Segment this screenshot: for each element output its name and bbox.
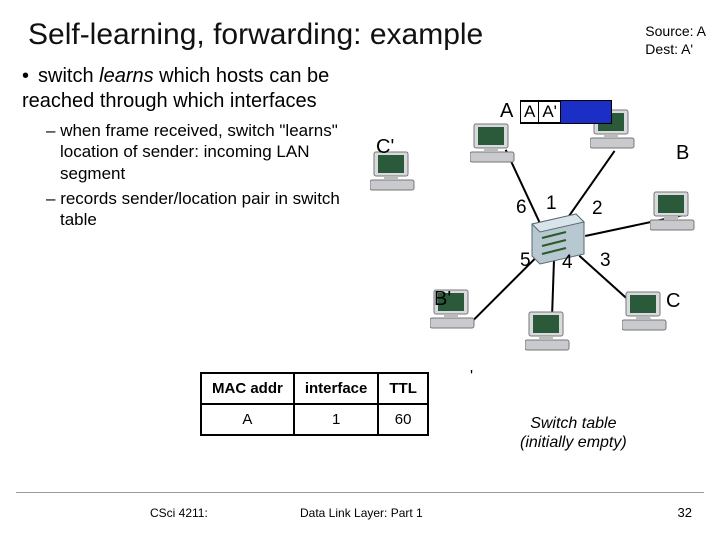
learns-word: learns [99, 65, 153, 87]
frame-packet: A A' [520, 100, 612, 124]
port-6: 6 [516, 197, 527, 219]
sub-bullets: – when frame received, switch "learns" l… [46, 120, 342, 230]
computer-icon [650, 190, 698, 234]
td-interface: 1 [294, 404, 379, 435]
frame-src: A [520, 101, 539, 123]
table-header-row: MAC addr interface TTL [201, 373, 428, 404]
port-1: 1 [546, 193, 557, 215]
footer-course: CSci 4211: [150, 506, 208, 520]
switch-table: MAC addr interface TTL A 1 60 [200, 372, 429, 436]
host-label-C: C [666, 290, 680, 313]
footer-chapter: Data Link Layer: Part 1 [300, 506, 423, 520]
port-2: 2 [592, 198, 603, 220]
host-label-B: B [676, 142, 689, 165]
divider [16, 492, 704, 493]
th-ttl: TTL [378, 373, 428, 404]
stray-aprime: ' [470, 368, 473, 386]
port-4: 4 [562, 252, 573, 274]
source-line: Source: A [645, 22, 706, 40]
dest-line: Dest: A' [645, 40, 706, 58]
source-dest-note: Source: A Dest: A' [645, 22, 706, 58]
td-mac: A [201, 404, 294, 435]
computer-icon [525, 310, 573, 354]
th-interface: interface [294, 373, 379, 404]
host-label-Bprime: B' [434, 288, 451, 311]
page-title: Self-learning, forwarding: example [28, 18, 483, 52]
port-3: 3 [600, 250, 611, 272]
sub-bullet-2: – records sender/location pair in switch… [46, 188, 342, 231]
table-caption: Switch table (initially empty) [520, 414, 627, 452]
host-label-A: A [500, 100, 513, 123]
computer-icon [622, 290, 670, 334]
host-label-Cprime: C' [376, 136, 394, 159]
page-number: 32 [678, 505, 692, 520]
network-diagram: 1 2 6 3 4 5 A B C C' B' A A' [340, 60, 700, 370]
table-row: A 1 60 [201, 404, 428, 435]
frame-dst: A' [538, 101, 561, 123]
sub-bullet-1: – when frame received, switch "learns" l… [46, 120, 342, 184]
switch-icon [526, 210, 590, 268]
port-5: 5 [520, 250, 531, 272]
td-ttl: 60 [378, 404, 428, 435]
computer-icon [470, 122, 518, 166]
bullet-list: •switch learns which hosts can be reache… [22, 64, 342, 234]
th-mac: MAC addr [201, 373, 294, 404]
bullet-main: •switch learns which hosts can be reache… [22, 64, 342, 114]
